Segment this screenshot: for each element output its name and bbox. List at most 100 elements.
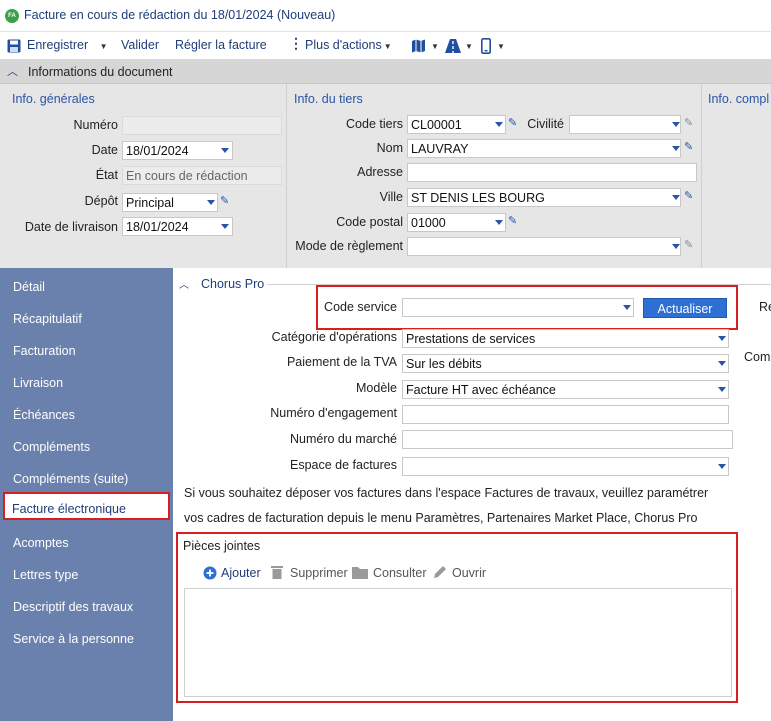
- tva-value: Sur les débits: [406, 357, 482, 371]
- postal-code-select[interactable]: 01000: [407, 213, 506, 232]
- map-icon[interactable]: [411, 39, 427, 53]
- edit-pencil-icon[interactable]: ✎: [684, 116, 693, 129]
- more-actions-button[interactable]: Plus d'actions ▼: [305, 38, 392, 52]
- modele-select[interactable]: Facture HT avec échéance: [402, 380, 729, 399]
- espace-label: Espace de factures: [289, 458, 397, 472]
- chevron-down-icon[interactable]: [495, 122, 503, 127]
- chevron-down-icon[interactable]: [221, 224, 229, 229]
- sidebar-item-complements[interactable]: Compléments: [0, 430, 173, 462]
- chevron-down-icon[interactable]: [718, 387, 726, 392]
- chevron-down-icon[interactable]: [718, 464, 726, 469]
- delivery-date-value: 18/01/2024: [126, 220, 189, 234]
- code-tiers-select[interactable]: CL00001: [407, 115, 506, 134]
- document-info-panel: ︿ Informations du document Info. général…: [0, 60, 771, 268]
- more-actions-label: Plus d'actions: [305, 38, 382, 52]
- edit-pencil-icon[interactable]: ✎: [508, 116, 517, 129]
- chevron-down-icon[interactable]: [672, 244, 680, 249]
- delivery-date-label: Date de livraison: [24, 220, 118, 234]
- mobile-icon[interactable]: [481, 38, 491, 54]
- categorie-value: Prestations de services: [406, 332, 536, 346]
- general-info-title: Info. générales: [12, 92, 95, 106]
- tva-select[interactable]: Sur les débits: [402, 354, 729, 373]
- sidebar-item-livraison[interactable]: Livraison: [0, 366, 173, 398]
- attachments-title: Pièces jointes: [183, 539, 261, 553]
- ville-value: ST DENIS LES BOURG: [411, 191, 545, 205]
- document-info-header[interactable]: ︿ Informations du document: [0, 60, 771, 84]
- espace-select[interactable]: [402, 457, 729, 476]
- chevron-down-icon[interactable]: [718, 361, 726, 366]
- categorie-select[interactable]: Prestations de services: [402, 329, 729, 348]
- ville-label: Ville: [379, 190, 403, 204]
- more-vertical-icon: ⋮: [289, 35, 303, 51]
- date-field[interactable]: 18/01/2024: [122, 141, 233, 160]
- sidebar-item-descriptif-travaux[interactable]: Descriptif des travaux: [0, 590, 173, 622]
- payment-mode-select[interactable]: [407, 237, 681, 256]
- chevron-down-icon[interactable]: [672, 122, 680, 127]
- open-attachment-button[interactable]: Ouvrir: [452, 566, 486, 580]
- chevron-down-icon[interactable]: [623, 305, 631, 310]
- sidebar-item-echeances[interactable]: Échéances: [0, 398, 173, 430]
- collapse-icon[interactable]: ︿: [179, 276, 189, 291]
- modele-value: Facture HT avec échéance: [406, 383, 556, 397]
- code-tiers-label: Code tiers: [346, 117, 403, 131]
- chevron-down-icon[interactable]: [672, 195, 680, 200]
- code-service-select[interactable]: [402, 298, 634, 317]
- depot-label: Dépôt: [84, 194, 118, 208]
- categorie-label: Catégorie d'opérations: [271, 330, 397, 344]
- sidebar-item-detail[interactable]: Détail: [0, 270, 173, 302]
- sidebar-item-recapitulatif[interactable]: Récapitulatif: [0, 302, 173, 334]
- chevron-down-icon[interactable]: [495, 220, 503, 225]
- refresh-button[interactable]: Actualiser: [643, 298, 727, 318]
- sidebar-item-complements-suite[interactable]: Compléments (suite): [0, 462, 173, 494]
- chevron-down-icon: ▼: [99, 42, 108, 51]
- modele-label: Modèle: [356, 381, 397, 395]
- delivery-date-field[interactable]: 18/01/2024: [122, 217, 233, 236]
- ville-field[interactable]: ST DENIS LES BOURG: [407, 188, 681, 207]
- postal-code-label: Code postal: [336, 215, 403, 229]
- road-icon[interactable]: [445, 39, 461, 53]
- add-attachment-button[interactable]: Ajouter: [221, 566, 261, 580]
- sidebar-item-facture-electronique[interactable]: Facture électronique: [3, 492, 170, 520]
- sidebar-item-lettres-type[interactable]: Lettres type: [0, 558, 173, 590]
- depot-value: Principal: [126, 196, 174, 210]
- depot-select[interactable]: Principal: [122, 193, 218, 212]
- edit-pencil-icon[interactable]: ✎: [684, 189, 693, 202]
- save-button[interactable]: Enregistrer ▼: [27, 38, 108, 52]
- engagement-field[interactable]: [402, 405, 729, 424]
- pencil-icon: [434, 566, 446, 578]
- chevron-down-icon[interactable]: [672, 146, 680, 151]
- collapse-icon[interactable]: ︿: [7, 63, 18, 79]
- edit-pencil-icon[interactable]: ✎: [220, 194, 229, 207]
- code-tiers-value: CL00001: [411, 118, 462, 132]
- delete-attachment-button[interactable]: Supprimer: [290, 566, 348, 580]
- attachments-list[interactable]: [184, 588, 732, 697]
- etat-field: En cours de rédaction: [122, 166, 282, 185]
- validate-button[interactable]: Valider: [121, 38, 159, 52]
- compl-info-title: Info. compl: [708, 92, 770, 106]
- nom-field[interactable]: LAUVRAY: [407, 139, 681, 158]
- save-icon: [7, 39, 21, 53]
- pay-invoice-button[interactable]: Régler la facture: [175, 38, 267, 52]
- sidebar: Détail Récapitulatif Facturation Livrais…: [0, 268, 173, 721]
- view-attachment-button[interactable]: Consulter: [373, 566, 427, 580]
- adresse-field[interactable]: [407, 163, 697, 182]
- marche-field[interactable]: [402, 430, 733, 449]
- main-panel: ︿ Chorus Pro Code service Actualiser Re …: [173, 268, 771, 721]
- civilite-select[interactable]: [569, 115, 681, 134]
- date-value: 18/01/2024: [126, 144, 189, 158]
- edit-pencil-icon[interactable]: ✎: [684, 238, 693, 251]
- chevron-down-icon[interactable]: [718, 336, 726, 341]
- clipped-label: Re: [759, 300, 771, 314]
- edit-pencil-icon[interactable]: ✎: [508, 214, 517, 227]
- adresse-label: Adresse: [357, 165, 403, 179]
- postal-code-value: 01000: [411, 216, 446, 230]
- title-bar: FA Facture en cours de rédaction du 18/0…: [0, 0, 771, 32]
- civilite-label: Civilité: [527, 117, 564, 131]
- sidebar-item-acomptes[interactable]: Acomptes: [0, 526, 173, 558]
- chevron-down-icon[interactable]: [221, 148, 229, 153]
- sidebar-item-facturation[interactable]: Facturation: [0, 334, 173, 366]
- nom-label: Nom: [376, 141, 403, 155]
- chevron-down-icon[interactable]: [207, 200, 215, 205]
- edit-pencil-icon[interactable]: ✎: [684, 140, 693, 153]
- sidebar-item-service-personne[interactable]: Service à la personne: [0, 622, 173, 654]
